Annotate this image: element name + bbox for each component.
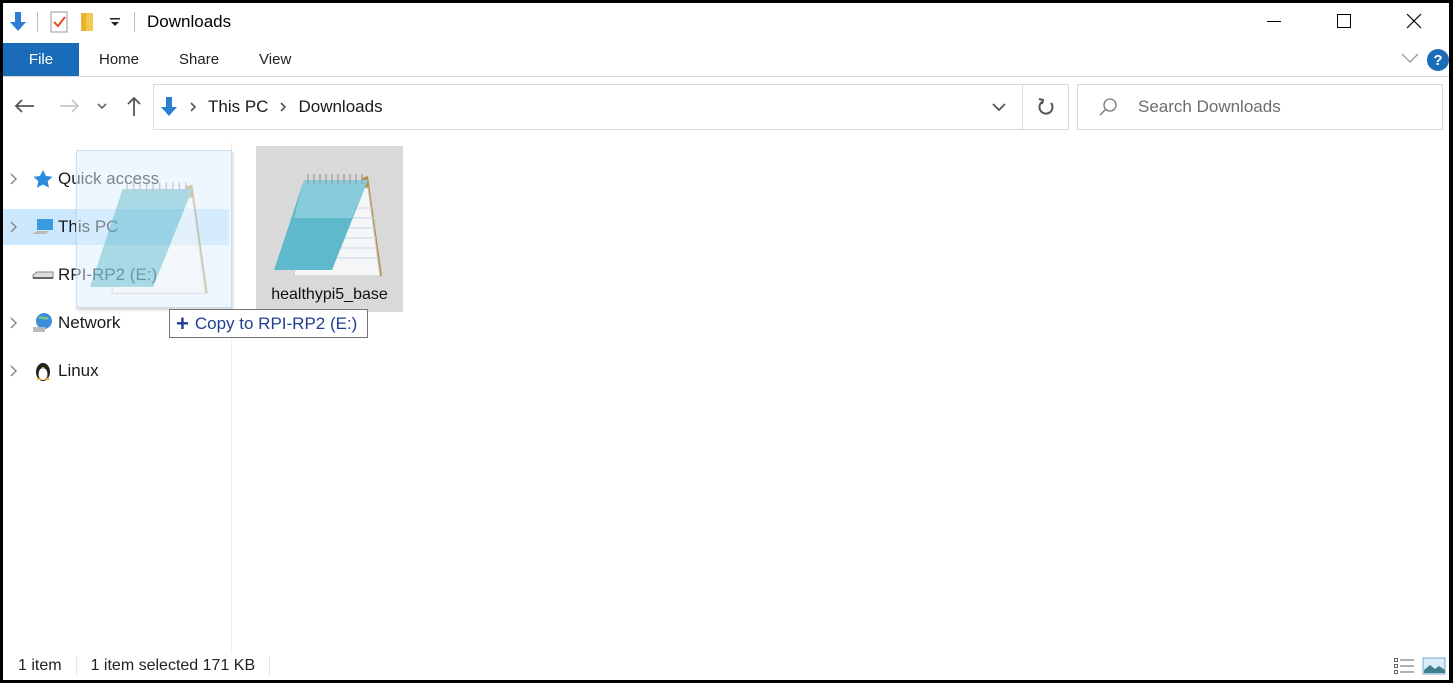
drag-tooltip-text: Copy to RPI-RP2 (E:) [194,313,358,333]
window-title: Downloads [147,12,232,31]
help-button[interactable]: ? [1427,49,1449,71]
expand-ribbon-chevron-icon[interactable] [1401,51,1419,69]
plus-icon: + [176,310,189,336]
status-divider [75,656,77,676]
minimize-button[interactable] [1239,3,1309,39]
close-button[interactable] [1379,3,1449,39]
nav-item-label: Network [58,313,121,332]
breadcrumb-this-pc[interactable]: This PC [208,97,268,117]
close-icon [1406,13,1422,29]
status-divider [269,656,271,676]
window-controls [1239,3,1449,41]
toolbar-divider [37,12,38,32]
search-input[interactable] [1138,97,1418,117]
title-bar: Downloads [3,3,1449,41]
item-count: 1 item [18,657,62,674]
expand-chevron-icon[interactable] [3,317,23,329]
toolbar-divider [134,12,135,32]
notepad-file-icon [81,165,221,300]
tab-home[interactable]: Home [79,43,159,76]
forward-button[interactable] [57,93,83,119]
chevron-down-icon [992,102,1006,111]
breadcrumb: This PC Downloads [154,85,976,129]
refresh-icon [1037,98,1053,115]
navigation-row: This PC Downloads [3,83,1449,131]
expand-chevron-icon[interactable] [3,365,23,377]
details-view-button[interactable] [1389,654,1419,678]
maximize-icon [1337,14,1351,28]
search-icon [1098,97,1120,117]
forward-arrow-icon [60,99,80,113]
back-arrow-icon [14,99,34,113]
chevron-down-icon [97,103,107,110]
drag-preview [76,150,232,308]
up-arrow-icon [127,96,141,116]
search-box[interactable] [1077,84,1443,130]
drag-copy-tooltip: + Copy to RPI-RP2 (E:) [169,309,369,338]
breadcrumb-separator-icon[interactable] [188,101,198,113]
ribbon-tabs: File Home Share View ? [3,43,1449,77]
star-icon [31,168,55,190]
file-list-area[interactable]: healthypi5_base [233,143,1449,653]
status-bar: 1 item 1 item selected 171 KB [3,652,1449,680]
network-icon [31,312,55,334]
new-folder-icon[interactable] [76,11,98,33]
linux-penguin-icon [31,360,55,382]
maximize-button[interactable] [1309,3,1379,39]
breadcrumb-downloads[interactable]: Downloads [298,97,382,117]
details-view-icon [1394,658,1414,674]
view-switcher [1389,652,1449,680]
minimize-icon [1267,21,1281,22]
expand-chevron-icon[interactable] [3,173,23,185]
downloads-location-icon [160,97,178,117]
nav-item-label: Linux [58,361,99,380]
address-history-dropdown[interactable] [976,85,1022,129]
properties-checklist-icon[interactable] [48,11,70,33]
nav-item-linux[interactable]: Linux [3,353,229,389]
up-button[interactable] [123,93,145,119]
customize-dropdown-icon[interactable] [104,11,126,33]
breadcrumb-separator-icon[interactable] [278,101,288,113]
ribbon-right-controls: ? [1401,43,1449,77]
selection-info: 1 item selected 171 KB [90,657,256,674]
address-bar[interactable]: This PC Downloads [153,84,1069,130]
quick-access-toolbar: Downloads [3,3,231,41]
back-button[interactable] [11,93,37,119]
notepad-file-icon [268,158,392,282]
drive-icon [31,264,55,286]
tab-view[interactable]: View [239,43,311,76]
large-icons-view-button[interactable] [1419,654,1449,678]
large-icons-view-icon [1422,657,1446,675]
file-name: healthypi5_base [271,286,388,303]
expand-chevron-icon[interactable] [3,221,23,233]
recent-locations-button[interactable] [95,93,109,119]
tab-share[interactable]: Share [159,43,239,76]
computer-icon [31,216,55,238]
tab-file[interactable]: File [3,43,79,76]
file-item[interactable]: healthypi5_base [256,146,403,312]
file-explorer-window: Downloads File Home Share View ? This PC… [3,3,1449,680]
refresh-button[interactable] [1022,85,1068,129]
download-arrow-icon[interactable] [7,11,29,33]
